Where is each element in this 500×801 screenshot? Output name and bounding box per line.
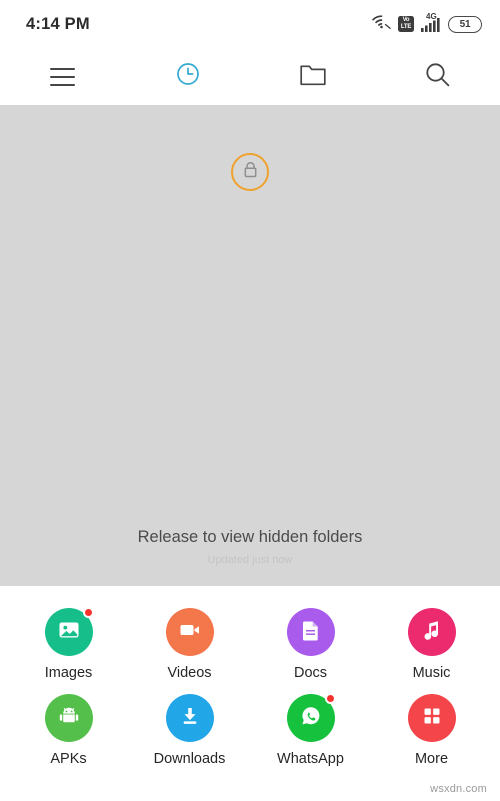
music-icon-circle (407, 608, 456, 656)
shortcut-videos[interactable]: Videos (129, 608, 250, 682)
volte-line-1: Vo (402, 17, 410, 23)
shortcut-music[interactable]: Music (371, 608, 492, 682)
folders-tab[interactable] (250, 48, 375, 105)
status-bar: 4:14 PM Vo LTE 4G 51 (0, 0, 500, 48)
shortcut-label: APKs (50, 751, 87, 767)
shortcut-row: APKs Downloads WhatsApp More (8, 693, 492, 768)
images-icon-circle (44, 607, 94, 656)
video-icon (178, 618, 202, 647)
pull-secondary-message: Updated just now (207, 554, 293, 566)
status-icons-group: Vo LTE 4G 51 (372, 12, 482, 34)
shortcut-row: Images Videos Docs Music (8, 607, 492, 682)
whatsapp-icon-circle (286, 693, 336, 742)
site-watermark: wsxdn.com (430, 783, 487, 795)
shortcut-label: WhatsApp (277, 751, 344, 767)
shortcut-label: Videos (167, 665, 212, 681)
network-type-label: 4G (426, 11, 437, 21)
download-icon (178, 704, 202, 733)
images-notification-badge (82, 607, 94, 618)
shortcut-label: Music (412, 665, 451, 681)
shortcut-label: Downloads (153, 751, 226, 767)
hidden-folder-lock-indicator (231, 153, 269, 191)
document-icon (299, 618, 323, 647)
search-button[interactable] (375, 48, 500, 105)
shortcut-label: More (414, 751, 449, 767)
apks-icon-circle (44, 694, 93, 742)
shortcut-apks[interactable]: APKs (8, 694, 129, 768)
pull-messages: Release to view hidden folders Updated j… (0, 526, 500, 566)
file-manager-screen: 4:14 PM Vo LTE 4G 51 Release to view hid… (0, 0, 500, 801)
videos-icon-circle (165, 608, 214, 656)
shortcut-label: Docs (293, 665, 328, 681)
docs-icon-circle (286, 608, 335, 656)
shortcut-downloads[interactable]: Downloads (129, 694, 250, 768)
menu-button[interactable] (0, 48, 125, 105)
category-shortcuts-grid: Images Videos Docs Music APKs Downloads … (0, 586, 500, 801)
whatsapp-icon (298, 703, 324, 734)
app-toolbar (0, 48, 500, 105)
battery-level-label: 51 (459, 18, 471, 30)
status-time: 4:14 PM (26, 14, 90, 33)
shortcut-docs[interactable]: Docs (250, 608, 371, 682)
padlock-icon (243, 161, 258, 183)
shortcut-whatsapp[interactable]: WhatsApp (250, 693, 371, 768)
image-icon (57, 618, 81, 647)
grid-icon (421, 705, 443, 732)
shortcut-label: Images (44, 665, 93, 681)
volte-line-2: LTE (400, 24, 412, 30)
shortcut-more[interactable]: More (371, 694, 492, 768)
downloads-icon-circle (165, 694, 214, 742)
folder-icon (299, 63, 326, 91)
whatsapp-notification-badge (324, 693, 336, 704)
recent-tab[interactable] (125, 48, 250, 105)
pull-to-reveal-panel[interactable]: Release to view hidden folders Updated j… (0, 105, 500, 586)
music-note-icon (420, 618, 444, 647)
more-icon-circle (407, 694, 456, 742)
android-icon (57, 704, 81, 733)
hamburger-menu-icon (50, 67, 75, 86)
battery-icon: 51 (448, 15, 482, 33)
shortcut-images[interactable]: Images (8, 607, 129, 682)
wifi-icon (372, 14, 391, 34)
search-icon (425, 62, 450, 92)
volte-icon: Vo LTE (398, 16, 414, 32)
pull-primary-message: Release to view hidden folders (137, 528, 363, 546)
signal-bars-icon: 4G (421, 12, 441, 32)
clock-icon (176, 62, 200, 91)
